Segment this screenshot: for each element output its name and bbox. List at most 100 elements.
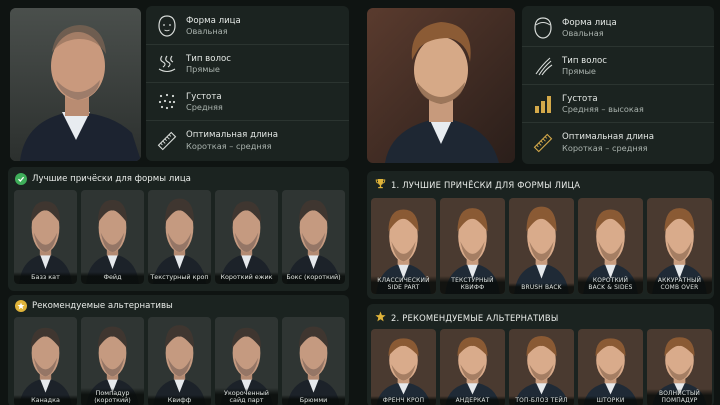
hairstyle-portrait xyxy=(509,329,574,405)
attr-row-optimal-length: Оптимальная длина Короткая – средняя xyxy=(146,122,349,159)
attr-row-face-shape: Форма лица Овальная xyxy=(146,8,349,45)
attr-row-hair-type: Тип волос Прямые xyxy=(146,46,349,83)
left-alt-style-card[interactable]: Укороченный сайд парт xyxy=(215,317,278,405)
attr-label: Форма лица xyxy=(562,17,617,28)
section-title-text: 1. ЛУЧШИЕ ПРИЧЁСКИ ДЛЯ ФОРМЫ ЛИЦА xyxy=(391,179,581,190)
hairstyle-portrait xyxy=(578,329,643,405)
star-icon xyxy=(375,311,386,324)
attr-label: Тип волос xyxy=(186,53,231,64)
ruler-icon xyxy=(150,124,184,158)
attr-row-hair-type: Тип волос Прямые xyxy=(522,48,714,85)
left-alt-style-card[interactable]: Канадка xyxy=(14,317,77,405)
ruler-icon xyxy=(526,126,560,160)
hairstyle-caption: Укороченный сайд парт xyxy=(215,387,278,405)
attr-row-density: Густота Средняя xyxy=(146,84,349,121)
density-dots-icon xyxy=(150,85,184,119)
attr-value: Средняя – высокая xyxy=(562,104,644,115)
hair-wave-icon xyxy=(150,47,184,81)
right-best-style-card[interactable]: ТЕКСТУРНЫЙ КВИФФ xyxy=(440,198,505,294)
left-best-style-card[interactable]: Текстурный кроп xyxy=(148,190,211,284)
trophy-icon xyxy=(375,178,386,191)
right-alt-style-card[interactable]: ШТОРКИ xyxy=(578,329,643,405)
right-alt-style-card[interactable]: АНДЕРКАТ xyxy=(440,329,505,405)
left-best-style-card[interactable]: Фейд xyxy=(81,190,144,284)
hairstyle-caption: ТОП-БЛОЗ ТЕЙЛ xyxy=(509,395,574,405)
hairstyle-portrait xyxy=(215,190,278,284)
hairstyle-portrait xyxy=(282,190,345,284)
check-icon xyxy=(15,173,27,185)
left-alt-style-card[interactable]: Помпадур (короткий) xyxy=(81,317,144,405)
hairstyle-caption: ШТОРКИ xyxy=(578,395,643,405)
section-title-text: 2. РЕКОМЕНДУЕМЫЕ АЛЬТЕРНАТИВЫ xyxy=(391,312,559,323)
right-best-style-card[interactable]: КЛАССИЧЕСКИЙ SIDE PART xyxy=(371,198,436,294)
hairstyle-caption: Брюмми xyxy=(282,395,345,405)
right-alternatives-section: 2. РЕКОМЕНДУЕМЫЕ АЛЬТЕРНАТИВЫ ФРЕНЧ КРОП… xyxy=(367,304,714,405)
attr-row-density: Густота Средняя – высокая xyxy=(522,86,714,123)
right-best-style-card[interactable]: КОРОТКИЙ BACK & SIDES xyxy=(578,198,643,294)
right-best-style-card[interactable]: АККУРАТНЫЙ COMB OVER xyxy=(647,198,712,294)
section-title-text: Лучшие причёски для формы лица xyxy=(32,174,191,184)
hairstyle-caption: ТЕКСТУРНЫЙ КВИФФ xyxy=(440,275,505,294)
attr-value: Короткая – средняя xyxy=(562,142,648,153)
left-alternatives-grid: Канадка Помпадур (короткий) Квифф Укороч… xyxy=(14,317,345,405)
hairstyle-caption: Квифф xyxy=(148,395,211,405)
left-alt-style-card[interactable]: Брюмми xyxy=(282,317,345,405)
attr-value: Овальная xyxy=(562,28,604,39)
right-best-grid: КЛАССИЧЕСКИЙ SIDE PART ТЕКСТУРНЫЙ КВИФФ … xyxy=(371,198,712,294)
hairstyle-portrait xyxy=(440,329,505,405)
hairstyle-caption: ВОЛНИСТЫЙ ПОМПАДУР xyxy=(647,388,712,405)
right-alt-style-card[interactable]: ВОЛНИСТЫЙ ПОМПАДУР xyxy=(647,329,712,405)
right-alt-style-card[interactable]: ФРЕНЧ КРОП xyxy=(371,329,436,405)
attr-value: Короткая – средняя xyxy=(186,140,272,151)
face-outline-icon xyxy=(150,9,184,43)
right-alt-style-card[interactable]: ТОП-БЛОЗ ТЕЙЛ xyxy=(509,329,574,405)
star-icon xyxy=(15,300,27,312)
attr-value: Прямые xyxy=(562,66,596,77)
section-title: Рекомендуемые альтернативы xyxy=(15,300,173,312)
left-best-style-card[interactable]: Базз кат xyxy=(14,190,77,284)
hairstyle-portrait xyxy=(148,190,211,284)
left-best-section: Лучшие причёски для формы лица Базз кат … xyxy=(8,167,349,291)
hairstyle-caption: КЛАССИЧЕСКИЙ SIDE PART xyxy=(371,275,436,294)
attr-label: Оптимальная длина xyxy=(186,130,278,140)
attr-label: Тип волос xyxy=(562,55,607,66)
left-profile-photo xyxy=(10,8,141,161)
right-best-section: 1. ЛУЧШИЕ ПРИЧЁСКИ ДЛЯ ФОРМЫ ЛИЦА КЛАССИ… xyxy=(367,171,714,299)
left-best-style-card[interactable]: Бокс (короткий) xyxy=(282,190,345,284)
hairstyle-caption: КОРОТКИЙ BACK & SIDES xyxy=(578,275,643,294)
left-attributes-panel: Форма лица Овальная Тип волос Прямые Густо… xyxy=(146,6,349,161)
attr-value: Прямые xyxy=(186,64,220,75)
attr-row-optimal-length: Оптимальная длина Короткая – средняя xyxy=(522,124,714,161)
right-attributes-panel: Форма лица Овальная Тип волос Прямые Густо… xyxy=(522,6,714,164)
right-portrait-photo xyxy=(367,8,515,163)
hairstyle-portrait xyxy=(81,190,144,284)
attr-value: Средняя xyxy=(186,102,223,113)
face-outline-icon xyxy=(526,11,560,45)
left-alt-style-card[interactable]: Квифф xyxy=(148,317,211,405)
hairstyle-caption: Фейд xyxy=(81,272,144,284)
hairstyle-caption: Короткий ежик xyxy=(215,272,278,284)
hairstyle-caption: ФРЕНЧ КРОП xyxy=(371,395,436,405)
attr-row-face-shape: Форма лица Овальная xyxy=(522,10,714,47)
hairstyle-caption: Бокс (короткий) xyxy=(282,272,345,284)
section-title-text: Рекомендуемые альтернативы xyxy=(32,301,173,311)
hairstyle-portrait xyxy=(282,317,345,405)
hairstyle-portrait xyxy=(148,317,211,405)
attr-label: Оптимальная длина xyxy=(562,132,654,142)
left-alternatives-section: Рекомендуемые альтернативы Канадка Помпа… xyxy=(8,295,349,405)
hair-strands-icon xyxy=(526,49,560,83)
hairstyle-portrait xyxy=(14,317,77,405)
hairstyle-caption: BRUSH BACK xyxy=(509,282,574,294)
right-best-style-card[interactable]: BRUSH BACK xyxy=(509,198,574,294)
right-alternatives-grid: ФРЕНЧ КРОП АНДЕРКАТ ТОП-БЛОЗ ТЕЙЛ ШТОРКИ… xyxy=(371,329,712,405)
hairstyle-caption: АККУРАТНЫЙ COMB OVER xyxy=(647,275,712,294)
hairstyle-portrait xyxy=(509,198,574,294)
attr-value: Овальная xyxy=(186,26,228,37)
hairstyle-portrait xyxy=(14,190,77,284)
left-best-style-card[interactable]: Короткий ежик xyxy=(215,190,278,284)
hairstyle-portrait xyxy=(371,329,436,405)
hairstyle-caption: Текстурный кроп xyxy=(148,272,211,284)
hairstyle-caption: Канадка xyxy=(14,395,77,405)
section-title: 1. ЛУЧШИЕ ПРИЧЁСКИ ДЛЯ ФОРМЫ ЛИЦА xyxy=(375,178,580,191)
left-best-grid: Базз кат Фейд Текстурный кроп Короткий е… xyxy=(14,190,345,284)
